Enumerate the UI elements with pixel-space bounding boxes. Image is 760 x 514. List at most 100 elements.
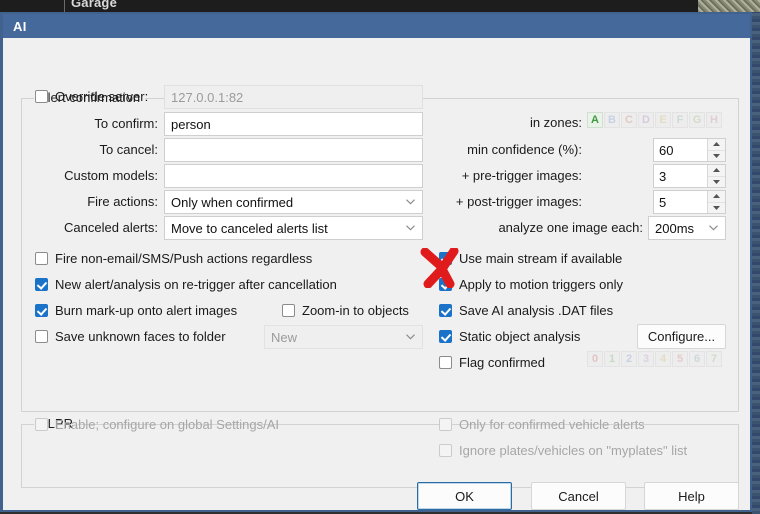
analyze-interval-select[interactable]: 200ms	[648, 216, 726, 240]
flag-confirmed-chip-0[interactable]: 0	[587, 351, 603, 367]
unknown-faces-folder-select[interactable]: New	[264, 325, 423, 349]
stepper-down-icon[interactable]	[708, 177, 725, 188]
checkbox-box	[439, 418, 452, 431]
stepper-buttons[interactable]	[707, 191, 725, 213]
checkbox-save-unknown-faces[interactable]: Save unknown faces to folder	[35, 329, 226, 344]
zone-selector[interactable]: ABCDEFGH	[587, 112, 722, 128]
stepper-up-icon[interactable]	[708, 191, 725, 203]
checkbox-label: Save unknown faces to folder	[55, 329, 226, 344]
checkbox-alpr-ignore-plates[interactable]: Ignore plates/vehicles on "myplates" lis…	[439, 443, 687, 458]
zone-chip-g[interactable]: G	[689, 112, 705, 128]
pre-trigger-images-value: 3	[659, 169, 667, 184]
chevron-down-icon	[709, 225, 718, 231]
fire-actions-value: Only when confirmed	[171, 194, 294, 210]
checkbox-static-object-analysis[interactable]: Static object analysis	[439, 329, 580, 344]
checkbox-new-alert-on-retrigger[interactable]: New alert/analysis on re-trigger after c…	[35, 277, 337, 292]
screen: Garage AI Alert confirmation Override se…	[0, 0, 760, 514]
unknown-faces-folder-value: New	[271, 329, 298, 345]
checkbox-fire-non-email-actions[interactable]: Fire non-email/SMS/Push actions regardle…	[35, 251, 312, 266]
analyze-interval-value: 200ms	[655, 220, 695, 236]
flag-confirmed-chip-4[interactable]: 4	[655, 351, 671, 367]
stepper-up-icon[interactable]	[708, 139, 725, 151]
flag-confirmed-chip-5[interactable]: 5	[672, 351, 688, 367]
checkbox-flag-confirmed[interactable]: Flag confirmed	[439, 355, 545, 370]
help-button[interactable]: Help	[644, 482, 739, 510]
checkbox-box	[439, 252, 452, 265]
to-cancel-input[interactable]	[164, 138, 423, 162]
checkbox-label: Enable; configure on global Settings/AI	[55, 417, 280, 432]
checkbox-alpr-only-confirmed[interactable]: Only for confirmed vehicle alerts	[439, 417, 645, 432]
label-custom-models: Custom models:	[64, 168, 158, 183]
fire-actions-select[interactable]: Only when confirmed	[164, 190, 423, 214]
label-fire-actions: Fire actions:	[87, 194, 158, 209]
background-thumbnail	[698, 0, 760, 12]
post-trigger-images-value: 5	[659, 195, 667, 210]
flag-confirmed-chip-1[interactable]: 1	[604, 351, 620, 367]
label-to-cancel: To cancel:	[99, 142, 158, 157]
configure-button[interactable]: Configure...	[637, 324, 726, 349]
chevron-down-icon	[406, 225, 415, 231]
checkbox-label: Save AI analysis .DAT files	[459, 303, 614, 318]
dialog-title: AI	[13, 18, 27, 34]
checkbox-label: Apply to motion triggers only	[459, 277, 624, 292]
flag-confirmed-chip-6[interactable]: 6	[689, 351, 705, 367]
checkbox-label: Zoom-in to objects	[302, 303, 409, 318]
flag-confirmed-chip-7[interactable]: 7	[706, 351, 722, 367]
zone-chip-b[interactable]: B	[604, 112, 620, 128]
checkbox-box	[35, 418, 48, 431]
checkbox-apply-to-motion-triggers-only[interactable]: Apply to motion triggers only	[439, 277, 623, 292]
checkbox-label: Use main stream if available	[459, 251, 623, 266]
checkbox-override-server[interactable]: Override server:	[35, 89, 148, 104]
post-trigger-images-stepper[interactable]: 5	[653, 190, 726, 214]
custom-models-input[interactable]	[164, 164, 423, 188]
label-pre-trigger-images: + pre-trigger images:	[461, 168, 582, 183]
checkbox-box	[282, 304, 295, 317]
override-server-input[interactable]: 127.0.0.1:82	[164, 85, 423, 109]
stepper-down-icon[interactable]	[708, 151, 725, 162]
flag-confirmed-chip-2[interactable]: 2	[621, 351, 637, 367]
zone-chip-h[interactable]: H	[706, 112, 722, 128]
checkbox-box	[439, 278, 452, 291]
checkbox-label: Ignore plates/vehicles on "myplates" lis…	[459, 443, 688, 458]
chevron-down-icon	[406, 334, 415, 340]
pre-trigger-images-stepper[interactable]: 3	[653, 164, 726, 188]
stepper-up-icon[interactable]	[708, 165, 725, 177]
canceled-alerts-select[interactable]: Move to canceled alerts list	[164, 216, 423, 240]
flag-confirmed-digit-selector[interactable]: 01234567	[587, 351, 722, 367]
checkbox-label: New alert/analysis on re-trigger after c…	[55, 277, 337, 292]
checkbox-alpr-enable[interactable]: Enable; configure on global Settings/AI	[35, 417, 279, 432]
checkbox-box	[35, 90, 48, 103]
checkbox-label: Static object analysis	[459, 329, 581, 344]
to-confirm-input[interactable]: person	[164, 112, 423, 136]
stepper-buttons[interactable]	[707, 139, 725, 161]
label-to-confirm: To confirm:	[94, 116, 158, 131]
ok-button[interactable]: OK	[417, 482, 512, 510]
zone-chip-d[interactable]: D	[638, 112, 654, 128]
checkbox-box	[439, 444, 452, 457]
zone-chip-e[interactable]: E	[655, 112, 671, 128]
checkbox-save-ai-dat-files[interactable]: Save AI analysis .DAT files	[439, 303, 613, 318]
checkbox-box	[35, 304, 48, 317]
checkbox-box	[35, 252, 48, 265]
cancel-button[interactable]: Cancel	[531, 482, 626, 510]
label-post-trigger-images: + post-trigger images:	[455, 194, 582, 209]
checkbox-box	[35, 330, 48, 343]
checkbox-zoom-in-to-objects[interactable]: Zoom-in to objects	[282, 303, 409, 318]
zone-chip-c[interactable]: C	[621, 112, 637, 128]
zone-chip-f[interactable]: F	[672, 112, 688, 128]
min-confidence-stepper[interactable]: 60	[653, 138, 726, 162]
ai-settings-dialog: AI Alert confirmation Override server: 1…	[0, 12, 752, 512]
checkbox-burn-markup[interactable]: Burn mark-up onto alert images	[35, 303, 237, 318]
label-canceled-alerts: Canceled alerts:	[64, 220, 158, 235]
background-tabstrip: Garage	[0, 0, 760, 12]
flag-confirmed-chip-3[interactable]: 3	[638, 351, 654, 367]
checkbox-label: Only for confirmed vehicle alerts	[459, 417, 645, 432]
stepper-down-icon[interactable]	[708, 203, 725, 214]
checkbox-box	[439, 356, 452, 369]
checkbox-use-main-stream[interactable]: Use main stream if available	[439, 251, 622, 266]
zone-chip-a[interactable]: A	[587, 112, 603, 128]
stepper-buttons[interactable]	[707, 165, 725, 187]
dialog-titlebar[interactable]: AI	[3, 14, 750, 38]
chevron-down-icon	[406, 199, 415, 205]
label-min-confidence: min confidence (%):	[467, 142, 582, 157]
